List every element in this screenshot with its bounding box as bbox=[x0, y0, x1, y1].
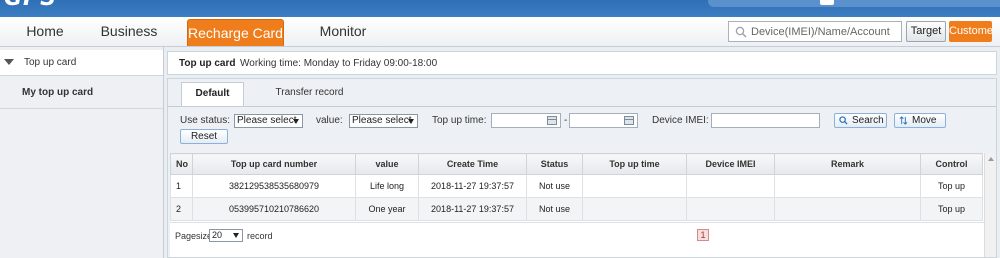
reset-button[interactable]: Reset bbox=[180, 129, 228, 144]
top-up-time-label: Top up time: bbox=[432, 115, 487, 126]
cell-card-number: 382129538535680979 bbox=[192, 174, 356, 198]
brand-logo: GPS bbox=[4, 0, 90, 12]
cell-create-time: 2018-11-27 19:37:57 bbox=[418, 174, 527, 198]
cell-no: 2 bbox=[170, 197, 193, 221]
sidebar-item-label: My top up card bbox=[22, 87, 94, 98]
chevron-down-icon bbox=[408, 119, 414, 124]
card-table-area: No Top up card number value Create Time … bbox=[170, 153, 996, 257]
column-header: Status bbox=[526, 153, 583, 175]
scroll-up-arrow-icon[interactable] bbox=[988, 157, 994, 161]
use-status-label: Use status: bbox=[180, 115, 231, 126]
pagesize-label: Pagesize bbox=[175, 231, 213, 241]
page-title: Top up card bbox=[179, 58, 236, 69]
value-select[interactable]: Please select bbox=[349, 114, 418, 128]
header-user-area bbox=[708, 0, 1000, 7]
calendar-icon[interactable] bbox=[624, 116, 634, 125]
search-button-label: Search bbox=[852, 115, 884, 126]
column-header: Control bbox=[920, 153, 983, 175]
cell-remark bbox=[774, 174, 921, 198]
cell-top-up-time bbox=[582, 174, 687, 198]
table-scrollbar[interactable] bbox=[984, 153, 996, 257]
table-row: 1 382129538535680979 Life long 2018-11-2… bbox=[170, 174, 983, 198]
table-row: 2 053995710210786620 One year 2018-11-27… bbox=[170, 197, 983, 221]
nav-business[interactable]: Business bbox=[96, 17, 162, 46]
device-imei-label: Device IMEI: bbox=[652, 115, 709, 126]
collapse-triangle-icon bbox=[4, 59, 14, 65]
top-up-link[interactable]: Top up bbox=[920, 197, 983, 221]
search-button[interactable]: Search bbox=[834, 113, 887, 128]
cell-no: 1 bbox=[170, 174, 193, 198]
sidebar: Top up card My top up card bbox=[0, 47, 164, 258]
start-date-input[interactable] bbox=[491, 113, 561, 128]
top-up-link[interactable]: Top up bbox=[920, 174, 983, 198]
cell-create-time: 2018-11-27 19:37:57 bbox=[418, 197, 527, 221]
search-box bbox=[728, 21, 902, 42]
value-select-value: Please select bbox=[352, 115, 412, 126]
table-header-row: No Top up card number value Create Time … bbox=[170, 153, 983, 175]
calendar-icon[interactable] bbox=[547, 116, 557, 125]
cell-device-imei bbox=[686, 174, 775, 198]
cell-value: Life long bbox=[355, 174, 419, 198]
use-status-select[interactable]: Please select bbox=[234, 114, 303, 128]
working-time-text: Working time: Monday to Friday 09:00-18:… bbox=[240, 58, 438, 69]
card-table: No Top up card number value Create Time … bbox=[170, 153, 983, 221]
pagesize-select[interactable]: 20 bbox=[209, 229, 243, 242]
search-icon bbox=[839, 116, 848, 125]
column-header: No bbox=[170, 153, 193, 175]
cell-status: Not use bbox=[526, 197, 583, 221]
nav-monitor[interactable]: Monitor bbox=[310, 17, 376, 46]
chevron-down-icon bbox=[293, 119, 299, 124]
target-button[interactable]: Target bbox=[906, 21, 946, 42]
page-title-bar: Top up card Working time: Monday to Frid… bbox=[167, 51, 997, 75]
chevron-down-icon bbox=[233, 233, 239, 238]
main-content: Top up card Working time: Monday to Frid… bbox=[167, 47, 997, 258]
device-imei-input[interactable] bbox=[711, 113, 820, 128]
column-header: Top up time bbox=[582, 153, 687, 175]
sidebar-group-label: Top up card bbox=[24, 57, 77, 68]
column-header: Create Time bbox=[418, 153, 527, 175]
search-input[interactable] bbox=[751, 22, 899, 41]
header-user-tab[interactable] bbox=[820, 0, 834, 5]
cell-status: Not use bbox=[526, 174, 583, 198]
nav-recharge-card[interactable]: Recharge Card bbox=[187, 19, 284, 46]
tab-default[interactable]: Default bbox=[181, 82, 244, 107]
pagesize-value: 20 bbox=[212, 230, 223, 240]
cell-top-up-time bbox=[582, 197, 687, 221]
move-arrows-icon bbox=[899, 116, 908, 125]
content-panel: Default Transfer record Use status: Plea… bbox=[167, 78, 997, 258]
cell-value: One year bbox=[355, 197, 419, 221]
move-button[interactable]: Move bbox=[894, 113, 946, 128]
sidebar-group-top-up-card[interactable]: Top up card bbox=[0, 50, 163, 76]
record-label: record bbox=[247, 231, 273, 241]
sidebar-item-my-top-up-card[interactable]: My top up card bbox=[0, 77, 163, 109]
filter-bar: Use status: Please select value: Please … bbox=[168, 107, 996, 147]
pagination-bar: Pagesize 20 record 1 bbox=[170, 222, 984, 249]
column-header: Remark bbox=[774, 153, 921, 175]
cell-card-number: 053995710210786620 bbox=[192, 197, 356, 221]
main-navigation: Home Business Recharge Card Monitor Targ… bbox=[0, 17, 1000, 47]
cell-device-imei bbox=[686, 197, 775, 221]
move-button-label: Move bbox=[912, 115, 937, 126]
column-header: value bbox=[355, 153, 419, 175]
page-number-button[interactable]: 1 bbox=[697, 229, 709, 241]
brand-bar: GPS bbox=[0, 0, 1000, 17]
customer-button[interactable]: Customer bbox=[949, 21, 992, 42]
column-header: Top up card number bbox=[192, 153, 356, 175]
column-header: Device IMEI bbox=[686, 153, 775, 175]
tab-transfer-record[interactable]: Transfer record bbox=[260, 82, 359, 106]
search-icon bbox=[735, 26, 747, 38]
use-status-value: Please select bbox=[237, 115, 297, 126]
cell-remark bbox=[774, 197, 921, 221]
end-date-input[interactable] bbox=[569, 113, 638, 128]
date-separator: - bbox=[564, 115, 568, 126]
value-label: value: bbox=[316, 115, 343, 126]
nav-home[interactable]: Home bbox=[14, 17, 76, 46]
